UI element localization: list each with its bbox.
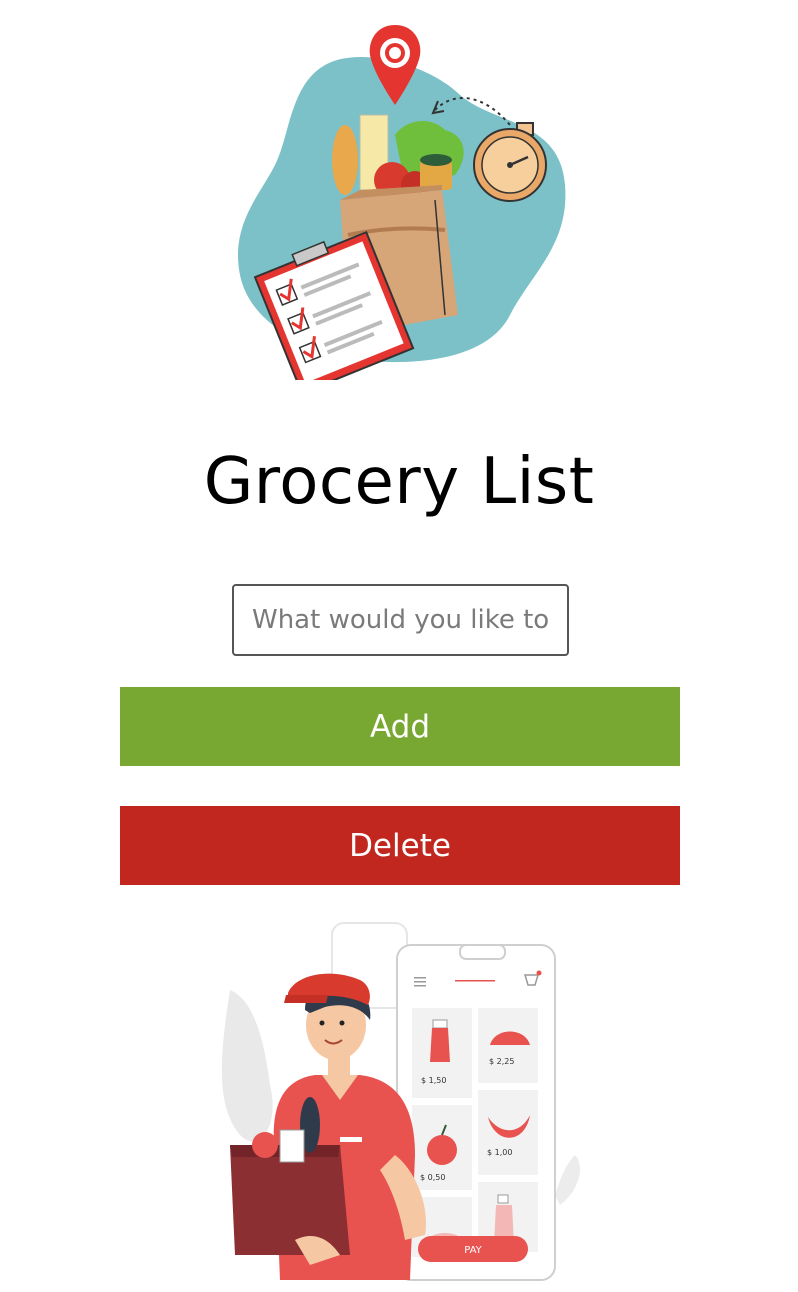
price-label: $ 0,50 [420, 1173, 445, 1182]
menu-icon [414, 977, 426, 987]
page-title: Grocery List [203, 445, 595, 519]
price-label: $ 1,50 [421, 1076, 446, 1085]
pay-button-label: PAY [464, 1245, 482, 1256]
price-label: $ 1,00 [487, 1148, 512, 1157]
delivery-illustration: $ 1,50 $ 2,25 $ 0,50 $ 1,00 PAY [221, 922, 580, 1281]
item-input-wrapper [232, 584, 569, 656]
grocery-bag-illustration [238, 25, 566, 380]
grocery-item-input[interactable] [232, 584, 569, 656]
add-button[interactable]: Add [120, 687, 680, 766]
price-label: $ 2,25 [489, 1057, 514, 1066]
delete-button[interactable]: Delete [120, 806, 680, 885]
